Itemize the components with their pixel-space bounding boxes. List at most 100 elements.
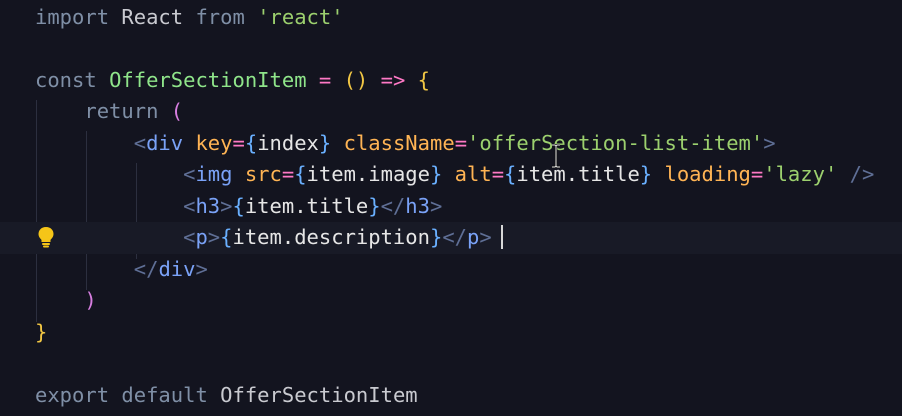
code-line-text: <p>{item.description}</p> [35, 222, 492, 254]
code-token: > [195, 256, 208, 281]
code-token: } [639, 162, 653, 186]
code-token: </ [442, 225, 467, 249]
code-token: { [220, 225, 233, 249]
code-line[interactable]: return ( [0, 96, 902, 128]
code-token: { [294, 162, 307, 186]
code-token: = [491, 162, 505, 186]
code-token: default [121, 382, 208, 407]
code-line[interactable]: <div key={index} className='offerSection… [0, 128, 902, 160]
code-token: => [380, 67, 406, 92]
code-token: > [763, 130, 776, 155]
code-line-text: <div key={index} className='offerSection… [35, 128, 776, 160]
code-line-text: const OfferSectionItem = () => { [35, 65, 430, 97]
code-token: } [318, 130, 332, 155]
code-editor[interactable]: import React from 'react' const OfferSect… [0, 0, 902, 416]
code-token: export [35, 382, 110, 407]
code-line[interactable] [0, 348, 902, 380]
code-token: div [158, 256, 196, 281]
code-line-text: return ( [35, 96, 183, 128]
code-token: } [429, 225, 443, 249]
code-token: className [343, 130, 455, 155]
code-line[interactable]: const OfferSectionItem = () => { [0, 65, 902, 97]
code-token: alt [454, 162, 492, 186]
code-token: p [467, 225, 480, 249]
code-token: = [281, 162, 295, 186]
code-line-text: } [35, 317, 47, 349]
code-token: > [207, 225, 221, 249]
text-cursor [501, 225, 503, 249]
code-token: = [454, 130, 468, 155]
code-token: < [183, 193, 196, 218]
code-token: item.title [244, 193, 369, 218]
code-line[interactable]: } [0, 317, 902, 349]
code-token: h3 [195, 193, 221, 218]
code-token: { [232, 193, 245, 218]
code-line-text: </div> [35, 254, 208, 286]
code-line-text: ) [35, 285, 97, 317]
code-line[interactable]: ) [0, 285, 902, 317]
code-line[interactable] [0, 33, 902, 65]
code-token: p [195, 225, 208, 249]
code-token: () [343, 67, 369, 92]
code-token: { [244, 130, 258, 155]
lightbulb-icon[interactable] [37, 226, 55, 248]
code-line-text: <img src={item.image} alt={item.title} l… [35, 159, 874, 191]
code-token: < [183, 162, 196, 186]
code-token: < [133, 130, 147, 155]
code-token: = [750, 162, 764, 186]
code-token: loading [664, 162, 751, 186]
code-token: = [232, 130, 245, 155]
code-line[interactable]: export default OfferSectionItem [0, 380, 902, 412]
code-token: ) [84, 288, 97, 312]
code-token: 'offerSection-list-item' [467, 130, 764, 155]
code-line[interactable]: <img src={item.image} alt={item.title} l… [0, 159, 902, 191]
code-token: index [257, 130, 319, 155]
code-token: = [318, 67, 332, 92]
code-token: } [368, 193, 381, 218]
code-token: < [183, 225, 196, 249]
code-token: key [195, 130, 233, 155]
code-token: } [429, 162, 443, 186]
code-token: h3 [405, 193, 430, 218]
code-line[interactable]: <h3>{item.title}</h3> [0, 191, 902, 223]
code-token: item.image [306, 162, 430, 186]
code-line[interactable]: import React from 'react' [0, 2, 902, 34]
code-line[interactable]: <p>{item.description}</p> [0, 222, 902, 254]
code-token: return [84, 99, 159, 123]
code-token: 'react' [257, 4, 344, 29]
code-token: /> [849, 162, 875, 186]
code-token: OfferSectionItem [109, 67, 307, 92]
code-token: ( [170, 99, 184, 123]
code-token: React [109, 4, 196, 29]
code-token: src [244, 162, 282, 186]
code-line-text: <h3>{item.title}</h3> [35, 191, 442, 223]
code-token: img [195, 162, 233, 186]
code-token: { [417, 67, 430, 92]
code-token: { [504, 162, 517, 186]
code-line-text: import React from 'react' [35, 2, 344, 34]
code-token: const [35, 67, 97, 92]
code-token: </ [380, 193, 406, 218]
code-token: item.title [516, 162, 640, 186]
code-line[interactable]: </div> [0, 254, 902, 286]
text-cursor-icon [551, 143, 561, 169]
code-token: > [479, 225, 492, 249]
code-token: OfferSectionItem [207, 382, 418, 407]
code-token: 'lazy' [763, 162, 838, 186]
